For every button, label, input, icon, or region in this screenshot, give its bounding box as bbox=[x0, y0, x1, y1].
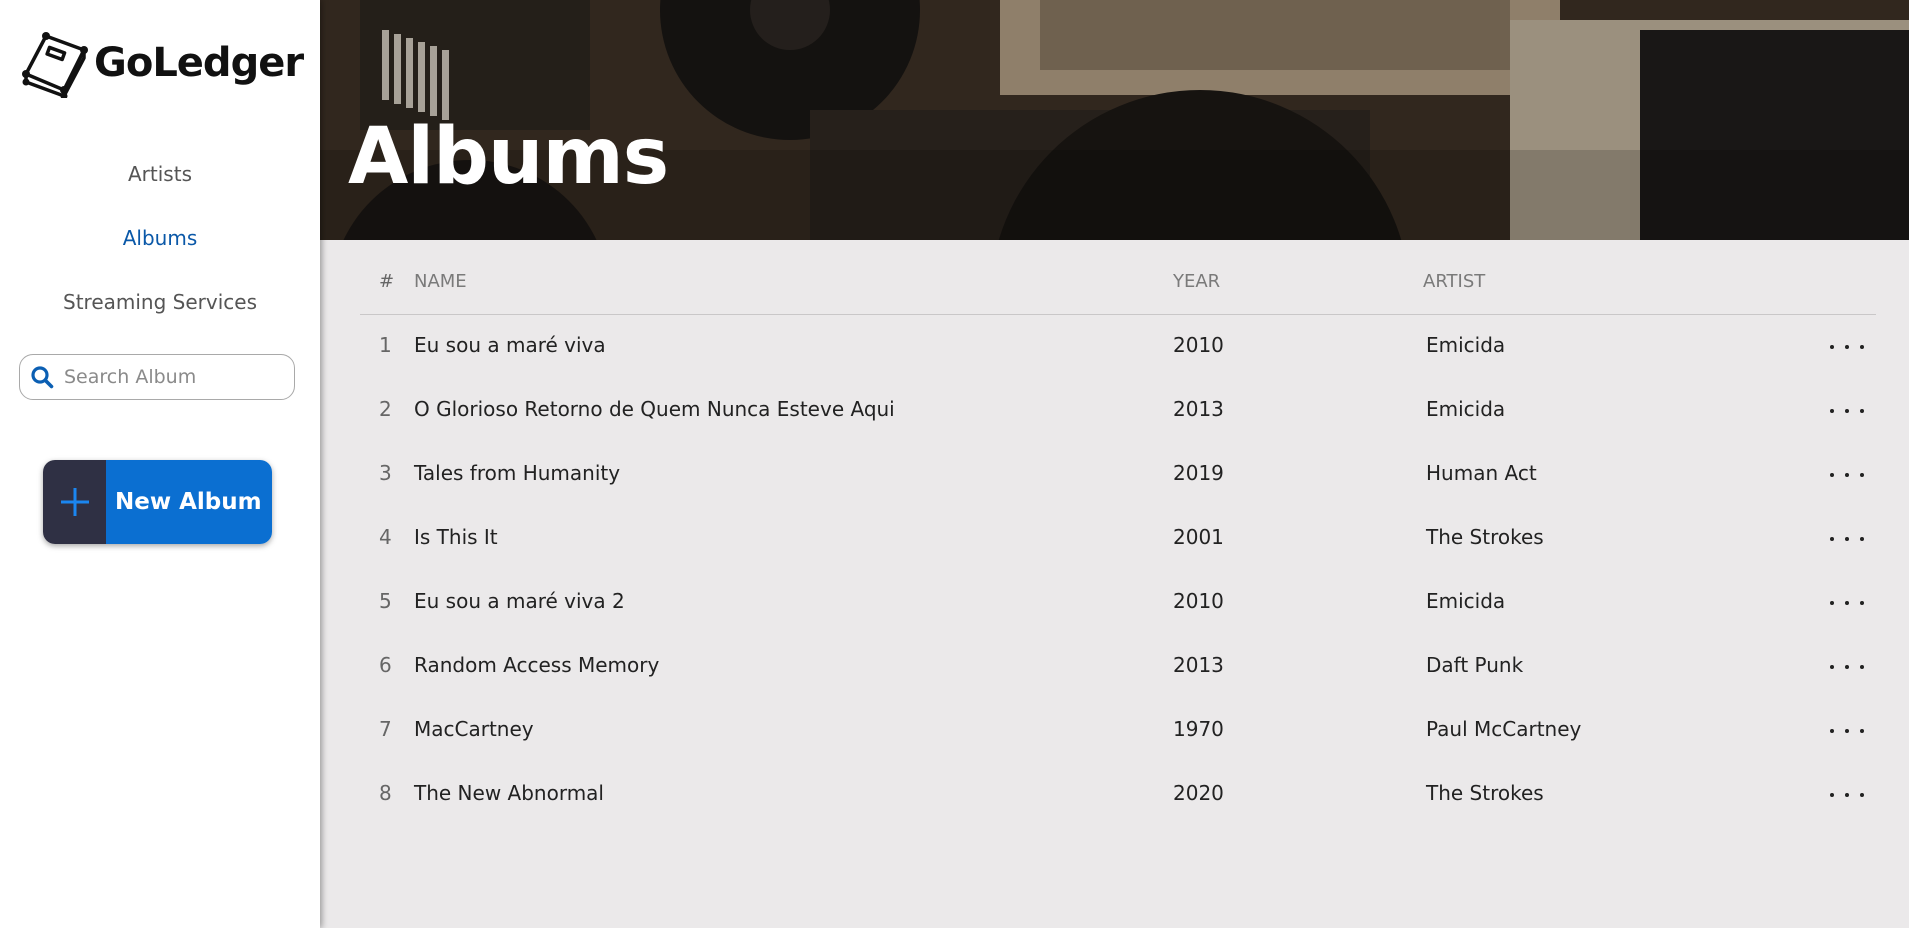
nav-item-artists[interactable]: Artists bbox=[0, 156, 320, 220]
search-input[interactable] bbox=[62, 365, 282, 389]
more-options-icon[interactable] bbox=[1830, 657, 1864, 677]
new-album-button[interactable]: New Album bbox=[43, 460, 272, 544]
header-artist: ARTIST bbox=[1423, 271, 1486, 292]
ledger-book-icon bbox=[22, 32, 88, 98]
row-number: 2 bbox=[379, 397, 392, 421]
more-options-icon[interactable] bbox=[1830, 465, 1864, 485]
table-row[interactable]: 4 Is This It 2001 The Strokes bbox=[360, 507, 1876, 571]
search-box bbox=[19, 354, 295, 400]
row-number: 6 bbox=[379, 653, 392, 677]
table-row[interactable]: 1 Eu sou a maré viva 2010 Emicida bbox=[360, 315, 1876, 379]
albums-table: # NAME YEAR ARTIST 1 Eu sou a maré viva … bbox=[360, 260, 1876, 827]
album-year: 2001 bbox=[1173, 525, 1224, 549]
page-title: Albums bbox=[348, 112, 669, 202]
more-options-icon[interactable] bbox=[1830, 721, 1864, 741]
sidebar-nav: Artists Albums Streaming Services bbox=[0, 156, 320, 348]
table-row[interactable]: 5 Eu sou a maré viva 2 2010 Emicida bbox=[360, 571, 1876, 635]
table-row[interactable]: 3 Tales from Humanity 2019 Human Act bbox=[360, 443, 1876, 507]
app-logo[interactable]: GoLedger bbox=[18, 28, 304, 98]
header-number: # bbox=[379, 271, 395, 292]
nav-item-albums[interactable]: Albums bbox=[0, 220, 320, 284]
album-name: MacCartney bbox=[414, 717, 534, 741]
album-name: Eu sou a maré viva 2 bbox=[414, 589, 625, 613]
hero-banner: Albums bbox=[320, 0, 1909, 240]
new-album-label: New Album bbox=[106, 460, 272, 544]
header-name: NAME bbox=[414, 271, 467, 292]
row-number: 7 bbox=[379, 717, 392, 741]
album-artist: The Strokes bbox=[1426, 781, 1544, 805]
plus-icon-box bbox=[43, 460, 106, 544]
row-number: 3 bbox=[379, 461, 392, 485]
header-year: YEAR bbox=[1173, 271, 1221, 292]
album-name: Random Access Memory bbox=[414, 653, 660, 677]
album-artist: Emicida bbox=[1426, 333, 1506, 357]
nav-item-streaming-services[interactable]: Streaming Services bbox=[0, 284, 320, 348]
album-name: The New Abnormal bbox=[414, 781, 604, 805]
album-year: 2010 bbox=[1173, 333, 1224, 357]
album-artist: The Strokes bbox=[1426, 525, 1544, 549]
album-artist: Paul McCartney bbox=[1426, 717, 1582, 741]
album-artist: Human Act bbox=[1426, 461, 1537, 485]
table-row[interactable]: 6 Random Access Memory 2013 Daft Punk bbox=[360, 635, 1876, 699]
album-name: O Glorioso Retorno de Quem Nunca Esteve … bbox=[414, 397, 895, 421]
album-artist: Emicida bbox=[1426, 589, 1506, 613]
album-year: 2013 bbox=[1173, 653, 1224, 677]
more-options-icon[interactable] bbox=[1830, 785, 1864, 805]
album-year: 1970 bbox=[1173, 717, 1224, 741]
album-name: Tales from Humanity bbox=[414, 461, 621, 485]
more-options-icon[interactable] bbox=[1830, 401, 1864, 421]
album-year: 2013 bbox=[1173, 397, 1224, 421]
row-number: 1 bbox=[379, 333, 392, 357]
album-artist: Daft Punk bbox=[1426, 653, 1524, 677]
plus-icon bbox=[60, 488, 89, 516]
more-options-icon[interactable] bbox=[1830, 337, 1864, 357]
app-name: GoLedger bbox=[94, 40, 304, 86]
table-row[interactable]: 2 O Glorioso Retorno de Quem Nunca Estev… bbox=[360, 379, 1876, 443]
more-options-icon[interactable] bbox=[1830, 529, 1864, 549]
table-row[interactable]: 8 The New Abnormal 2020 The Strokes bbox=[360, 763, 1876, 827]
row-number: 5 bbox=[379, 589, 392, 613]
more-options-icon[interactable] bbox=[1830, 593, 1864, 613]
table-header: # NAME YEAR ARTIST bbox=[360, 260, 1876, 315]
album-name: Is This It bbox=[414, 525, 498, 549]
main-content: Albums # NAME YEAR ARTIST 1 Eu sou a mar… bbox=[320, 0, 1909, 928]
album-year: 2019 bbox=[1173, 461, 1224, 485]
sidebar: GoLedger Artists Albums Streaming Servic… bbox=[0, 0, 320, 928]
album-year: 2020 bbox=[1173, 781, 1224, 805]
album-name: Eu sou a maré viva bbox=[414, 333, 606, 357]
row-number: 4 bbox=[379, 525, 392, 549]
search-icon bbox=[31, 366, 54, 389]
album-year: 2010 bbox=[1173, 589, 1224, 613]
table-row[interactable]: 7 MacCartney 1970 Paul McCartney bbox=[360, 699, 1876, 763]
row-number: 8 bbox=[379, 781, 392, 805]
album-artist: Emicida bbox=[1426, 397, 1506, 421]
